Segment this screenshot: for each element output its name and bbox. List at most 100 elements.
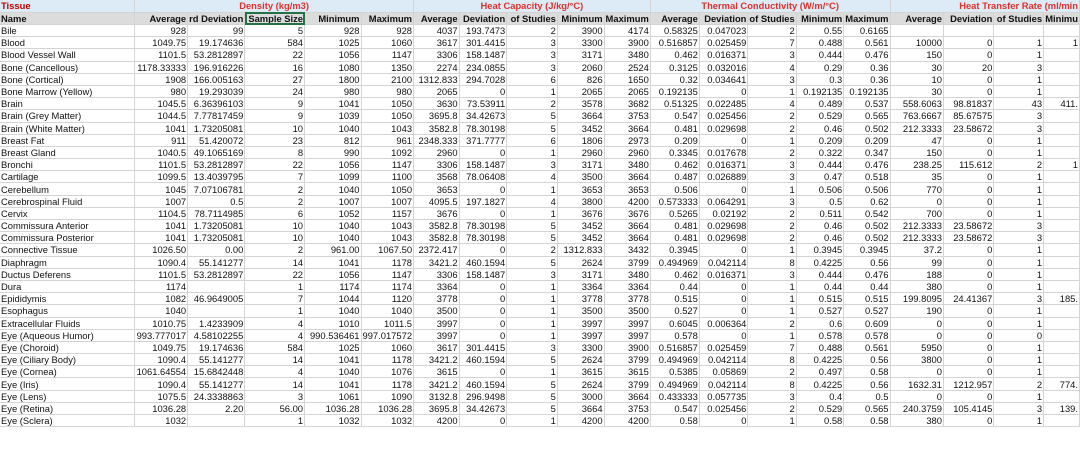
value-cell[interactable]: 3 (506, 158, 558, 172)
value-cell[interactable]: 0.32 (650, 73, 700, 86)
value-cell[interactable]: 1 (506, 280, 558, 294)
value-cell[interactable]: 3171 (557, 158, 605, 172)
value-cell[interactable]: 23 (244, 134, 306, 147)
value-cell[interactable]: 3300 (557, 341, 605, 355)
value-cell[interactable]: 197.1827 (459, 195, 508, 208)
value-cell[interactable]: 3171 (557, 268, 605, 281)
value-cell[interactable]: 13.4039795 (187, 170, 246, 184)
column-header[interactable]: Deviation (459, 12, 508, 25)
value-cell[interactable]: 0.58 (843, 414, 891, 428)
value-cell[interactable]: 2 (747, 207, 797, 221)
tissue-name-cell[interactable]: Dura (0, 280, 136, 294)
value-cell[interactable]: 3480 (604, 158, 651, 172)
value-cell[interactable]: 0 (943, 280, 995, 294)
value-cell[interactable]: 1032 (304, 414, 362, 428)
value-cell[interactable]: 1011.5 (361, 317, 415, 330)
value-cell[interactable]: 0.502 (843, 122, 891, 135)
value-cell[interactable]: 1800 (304, 73, 362, 86)
value-cell[interactable]: 3582.8 (413, 122, 460, 135)
thermal-conductivity-group-header[interactable]: Thermal Conductivity (W/m/°C) (650, 0, 891, 13)
value-cell[interactable]: 1.4233909 (187, 317, 246, 330)
value-cell[interactable]: 1632.31 (890, 377, 944, 391)
value-cell[interactable]: 0.565 (843, 109, 891, 123)
value-cell[interactable]: 3900 (604, 36, 651, 50)
value-cell[interactable]: 158.1487 (459, 48, 508, 62)
value-cell[interactable]: 380 (890, 414, 944, 428)
column-header[interactable]: rd Deviation (187, 12, 246, 25)
value-cell[interactable]: 3500 (557, 304, 605, 318)
value-cell[interactable]: 1041 (134, 231, 189, 245)
value-cell[interactable]: 0.537 (843, 97, 891, 111)
column-header[interactable]: Maximum (604, 12, 651, 25)
value-cell[interactable]: 0.565 (843, 402, 891, 416)
value-cell[interactable]: 3 (993, 61, 1045, 74)
value-cell[interactable]: 460.1594 (459, 353, 508, 367)
value-cell[interactable]: 1040 (304, 182, 362, 196)
column-header[interactable]: Maximum (361, 12, 415, 25)
density-group-header[interactable]: Density (kg/m3) (134, 0, 415, 13)
value-cell[interactable]: 14 (244, 353, 306, 367)
value-cell[interactable]: 1 (993, 36, 1045, 50)
value-cell[interactable]: 0 (459, 414, 508, 428)
value-cell[interactable]: 0.017678 (699, 146, 749, 160)
value-cell[interactable]: 774. (1043, 377, 1080, 391)
value-cell[interactable]: 0.029698 (699, 122, 749, 135)
value-cell[interactable]: 3364 (604, 280, 651, 294)
value-cell[interactable]: 2960 (413, 146, 460, 160)
value-cell[interactable]: 199.8095 (890, 292, 944, 306)
value-cell[interactable]: 1090.4 (134, 377, 189, 391)
value-cell[interactable]: 1010 (304, 317, 362, 330)
value-cell[interactable]: 8 (747, 256, 797, 269)
column-header[interactable]: Average (413, 12, 460, 25)
value-cell[interactable] (1043, 268, 1080, 281)
value-cell[interactable]: 0.488 (796, 341, 845, 355)
value-cell[interactable] (187, 280, 246, 294)
value-cell[interactable]: 1007 (304, 195, 362, 208)
value-cell[interactable]: 558.6063 (890, 97, 944, 111)
value-cell[interactable]: 1178 (361, 353, 415, 367)
value-cell[interactable]: 3500 (604, 304, 651, 318)
tissue-name-cell[interactable]: Cervix (0, 207, 136, 221)
value-cell[interactable]: 1 (506, 329, 558, 342)
value-cell[interactable]: 1044 (304, 292, 362, 306)
value-cell[interactable]: 1650 (604, 73, 651, 86)
value-cell[interactable]: 3452 (557, 231, 605, 245)
value-cell[interactable]: 4037 (413, 24, 460, 38)
value-cell[interactable]: 3753 (604, 109, 651, 123)
value-cell[interactable]: 0 (943, 48, 995, 62)
value-cell[interactable]: 0 (890, 390, 944, 403)
value-cell[interactable]: 0.034641 (699, 73, 749, 86)
tissue-name-cell[interactable]: Epididymis (0, 292, 136, 306)
column-header[interactable]: of Studies (747, 12, 797, 25)
value-cell[interactable]: 1 (993, 341, 1045, 355)
value-cell[interactable]: 0.518 (843, 170, 891, 184)
tissue-name-cell[interactable]: Breast Gland (0, 146, 136, 160)
value-cell[interactable]: 8 (747, 353, 797, 367)
tissue-name-cell[interactable]: Commissura Anterior (0, 219, 136, 233)
value-cell[interactable]: 5 (506, 377, 558, 391)
value-cell[interactable]: 0.44 (650, 280, 700, 294)
value-cell[interactable]: 1050 (361, 182, 415, 196)
value-cell[interactable]: 0.209 (650, 134, 700, 147)
spreadsheet[interactable]: Tissue Density (kg/m3) Heat Capacity (J/… (0, 0, 1080, 457)
value-cell[interactable]: 0.209 (843, 134, 891, 147)
value-cell[interactable]: 99 (187, 24, 246, 38)
value-cell[interactable]: 0.529 (796, 402, 845, 416)
value-cell[interactable]: 584 (244, 341, 306, 355)
value-cell[interactable]: 3 (993, 109, 1045, 123)
value-cell[interactable]: 1 (506, 292, 558, 306)
value-cell[interactable]: 6 (506, 73, 558, 86)
value-cell[interactable]: 1026.50 (134, 243, 189, 257)
value-cell[interactable]: 301.4415 (459, 36, 508, 50)
value-cell[interactable]: 460.1594 (459, 256, 508, 269)
value-cell[interactable]: 0 (943, 243, 995, 257)
value-cell[interactable]: 1101.5 (134, 48, 189, 62)
value-cell[interactable]: 1 (506, 146, 558, 160)
value-cell[interactable]: 0.36 (843, 73, 891, 86)
value-cell[interactable]: 3000 (557, 390, 605, 403)
tissue-name-cell[interactable]: Eye (Aqueous Humor) (0, 329, 136, 342)
value-cell[interactable]: 22 (244, 158, 306, 172)
value-cell[interactable]: 2 (747, 24, 797, 38)
value-cell[interactable]: 0 (943, 353, 995, 367)
value-cell[interactable] (1043, 207, 1080, 221)
